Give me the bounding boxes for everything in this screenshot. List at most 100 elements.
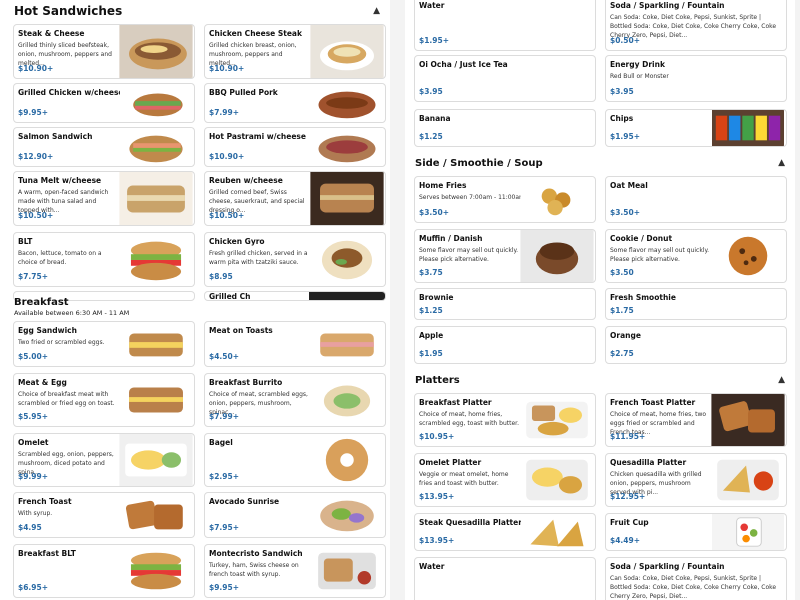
item-price: $9.95+ bbox=[18, 108, 49, 117]
menu-item-card[interactable]: French Toast With syrup. $4.95 bbox=[13, 492, 195, 538]
item-name: Orange bbox=[610, 331, 641, 340]
section-title: Platters bbox=[415, 374, 460, 386]
menu-item-card[interactable]: Soda / Sparkling / Fountain Can Soda: Co… bbox=[605, 557, 787, 600]
item-description: Serves between 7:00am - 11:00am bbox=[419, 194, 525, 201]
menu-item-card[interactable]: Soda / Sparkling / Fountain Can Soda: Co… bbox=[605, 0, 787, 51]
section-header-hot-sandwiches[interactable]: Hot Sandwiches ▲ bbox=[0, 0, 390, 22]
chevron-up-icon[interactable]: ▲ bbox=[778, 375, 785, 385]
food-photo bbox=[519, 514, 595, 550]
item-name: Bagel bbox=[209, 438, 233, 447]
menu-item-card[interactable]: Breakfast Platter Choice of meat, home f… bbox=[414, 393, 596, 447]
item-description: Bacon, lettuce, tomato on a choice of br… bbox=[18, 250, 102, 266]
menu-item-card[interactable]: Brownie $1.25 bbox=[414, 288, 596, 320]
menu-item-card[interactable]: Oat Meal $3.50+ bbox=[605, 176, 787, 223]
item-name: Fruit Cup bbox=[610, 518, 649, 527]
menu-item-card[interactable]: French Toast Platter Choice of meat, hom… bbox=[605, 393, 787, 447]
menu-item-card[interactable]: Breakfast Burrito Choice of meat, scramb… bbox=[204, 373, 386, 427]
menu-item-card[interactable]: Cookie / Donut Some flavor may sell out … bbox=[605, 229, 787, 283]
food-photo bbox=[710, 230, 786, 282]
item-name: Reuben w/cheese bbox=[209, 176, 283, 185]
food-photo bbox=[118, 545, 194, 597]
item-description: Can Soda: Coke, Diet Coke, Pepsi, Sunkis… bbox=[610, 575, 777, 600]
chevron-up-icon[interactable]: ▲ bbox=[778, 158, 785, 168]
menu-item-card[interactable]: Omelet Platter Veggie or meat omelet, ho… bbox=[414, 453, 596, 507]
left-menu-column: Hot Sandwiches ▲ Steak & Cheese Grilled … bbox=[0, 0, 390, 600]
menu-item-card[interactable]: Avocado Sunrise $7.95+ bbox=[204, 492, 386, 538]
section-header-platters[interactable]: Platters ▲ bbox=[405, 369, 795, 391]
chevron-up-icon[interactable]: ▲ bbox=[373, 6, 380, 16]
menu-item-card[interactable]: Water bbox=[414, 557, 596, 600]
item-name: Breakfast Burrito bbox=[209, 378, 283, 387]
item-price: $3.95 bbox=[419, 87, 443, 96]
item-name: Chicken Gyro bbox=[209, 237, 265, 246]
menu-item-card[interactable]: Chicken Cheese Steak Grilled chicken bre… bbox=[204, 24, 386, 79]
menu-item-card[interactable]: Quesadilla Platter Chicken quesadilla wi… bbox=[605, 453, 787, 507]
menu-item-card[interactable]: BBQ Pulled Pork $7.99+ bbox=[204, 83, 386, 123]
item-price: $4.50+ bbox=[209, 352, 240, 361]
item-name: Montecristo Sandwich bbox=[209, 549, 303, 558]
item-name: Chicken Cheese Steak bbox=[209, 29, 302, 38]
item-name: Cookie / Donut bbox=[610, 234, 673, 243]
item-name: French Toast Platter bbox=[610, 398, 696, 407]
item-name: Brownie bbox=[419, 293, 454, 302]
item-name: Tuna Melt w/cheese bbox=[18, 176, 102, 185]
food-photo bbox=[710, 454, 786, 506]
food-photo bbox=[118, 128, 194, 166]
section-subtitle: Available between 6:30 AM - 11 AM bbox=[14, 309, 130, 317]
menu-item-card[interactable]: Apple $1.95 bbox=[414, 326, 596, 364]
menu-item-card[interactable]: Bagel $2.95+ bbox=[204, 433, 386, 487]
item-name: Avocado Sunrise bbox=[209, 497, 280, 506]
item-description: Veggie or meat omelet, home fries and to… bbox=[419, 471, 509, 487]
menu-item-card[interactable]: Steak Quesadilla Platter $13.95+ bbox=[414, 513, 596, 551]
item-price: $0.50+ bbox=[610, 36, 641, 45]
food-photo bbox=[710, 394, 786, 446]
item-price: $13.95+ bbox=[419, 536, 455, 545]
menu-item-card[interactable]: Egg Sandwich Two fried or scrambled eggs… bbox=[13, 321, 195, 367]
menu-item-card[interactable]: Steak & Cheese Grilled thinly sliced bee… bbox=[13, 24, 195, 79]
item-name: Soda / Sparkling / Fountain bbox=[610, 1, 725, 10]
menu-item-card[interactable]: Oi Ocha / Just Ice Tea $3.95 bbox=[414, 55, 596, 102]
menu-item-card[interactable]: Reuben w/cheese Grilled corned beef, Swi… bbox=[204, 171, 386, 226]
item-name: Water bbox=[419, 1, 445, 10]
menu-item-card[interactable]: BLT Bacon, lettuce, tomato on a choice o… bbox=[13, 232, 195, 287]
food-photo bbox=[309, 25, 385, 78]
menu-item-card[interactable]: Energy Drink Red Bull or Monster $3.95 bbox=[605, 55, 787, 102]
item-name: Oi Ocha / Just Ice Tea bbox=[419, 60, 508, 69]
menu-item-card[interactable]: Omelet Scrambled egg, onion, peppers, mu… bbox=[13, 433, 195, 487]
menu-item-card[interactable]: Fresh Smoothie $1.75 bbox=[605, 288, 787, 320]
menu-item-card[interactable]: Banana $1.25 bbox=[414, 109, 596, 147]
item-price: $7.75+ bbox=[18, 272, 49, 281]
section-header-side-smoothie-soup[interactable]: Side / Smoothie / Soup ▲ bbox=[405, 152, 795, 174]
item-price: $1.95+ bbox=[419, 36, 450, 45]
food-photo bbox=[309, 322, 385, 366]
menu-item-card[interactable]: Home Fries Serves between 7:00am - 11:00… bbox=[414, 176, 596, 223]
menu-item-card[interactable]: Tuna Melt w/cheese A warm, open-faced sa… bbox=[13, 171, 195, 226]
menu-item-card[interactable]: Grilled Chicken w/cheese $9.95+ bbox=[13, 83, 195, 123]
menu-item-card[interactable]: Chips $1.95+ bbox=[605, 109, 787, 147]
section-header-breakfast[interactable]: Breakfast bbox=[0, 296, 390, 308]
item-name: Meat & Egg bbox=[18, 378, 67, 387]
item-price: $10.95+ bbox=[419, 432, 455, 441]
menu-item-card[interactable]: Chicken Gyro Fresh grilled chicken, serv… bbox=[204, 232, 386, 287]
item-description: With syrup. bbox=[18, 510, 53, 517]
item-price: $13.95+ bbox=[419, 492, 455, 501]
menu-item-card[interactable]: Meat on Toasts $4.50+ bbox=[204, 321, 386, 367]
food-photo bbox=[710, 110, 786, 146]
menu-item-card[interactable]: Muffin / Danish Some flavor may sell out… bbox=[414, 229, 596, 283]
item-name: Steak Quesadilla Platter bbox=[419, 518, 522, 527]
item-price: $10.50+ bbox=[18, 211, 54, 220]
menu-item-card[interactable]: Hot Pastrami w/cheese $10.90+ bbox=[204, 127, 386, 167]
menu-item-card[interactable]: Meat & Egg Choice of breakfast meat with… bbox=[13, 373, 195, 427]
item-price: $1.25 bbox=[419, 306, 443, 315]
menu-item-card[interactable]: Montecristo Sandwich Turkey, ham, Swiss … bbox=[204, 544, 386, 598]
food-photo bbox=[309, 172, 385, 225]
menu-item-card[interactable]: Water $1.95+ bbox=[414, 0, 596, 51]
item-price: $10.90+ bbox=[209, 64, 245, 73]
item-price: $2.75 bbox=[610, 349, 634, 358]
menu-item-card[interactable]: Salmon Sandwich $12.90+ bbox=[13, 127, 195, 167]
menu-item-card[interactable]: Fruit Cup $4.49+ bbox=[605, 513, 787, 551]
item-price: $12.90+ bbox=[18, 152, 54, 161]
menu-item-card[interactable]: Orange $2.75 bbox=[605, 326, 787, 364]
menu-item-card[interactable]: Breakfast BLT $6.95+ bbox=[13, 544, 195, 598]
food-photo bbox=[519, 394, 595, 446]
